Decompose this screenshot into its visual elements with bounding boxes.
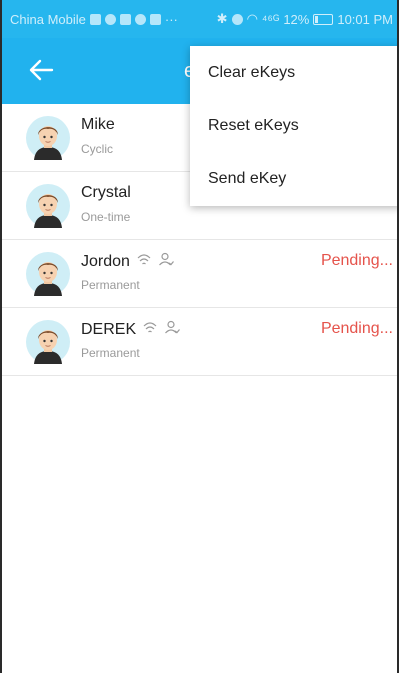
user-name-container: Jordon	[81, 252, 174, 271]
notification-icon	[89, 13, 101, 25]
user-name-container: Crystal	[81, 184, 131, 202]
menu-item-clear-ekeys[interactable]: Clear eKeys	[190, 46, 399, 99]
ekey-type: One-time	[81, 210, 131, 224]
menu-item-send-ekey[interactable]: Send eKey	[190, 152, 399, 205]
user-name: DEREK	[81, 320, 137, 338]
user-name-container: Mike	[81, 116, 115, 134]
arrow-left-icon[interactable]	[24, 52, 60, 88]
user-row[interactable]: Jordon Permanent Pending...	[0, 240, 399, 308]
user-name-container: DEREK	[81, 320, 181, 339]
user-name: Jordon	[81, 252, 130, 270]
avatar	[26, 116, 70, 160]
battery-percent: 12%	[283, 11, 310, 27]
more-notifications-icon: ···	[164, 11, 178, 27]
avatar	[26, 320, 70, 364]
user-name: Crystal	[81, 184, 131, 201]
user-name: Mike	[81, 116, 115, 133]
carrier-label: China Mobile	[10, 11, 86, 27]
ekey-type: Permanent	[81, 278, 140, 292]
person-check-icon	[164, 320, 181, 339]
notification-icon	[104, 13, 116, 25]
status-bar: China Mobile ··· ✱ ◠ ⁴⁶ᴳ 12% 10:01 PM	[0, 0, 399, 38]
notification-icon	[119, 13, 131, 25]
wifi-icon: ◠	[246, 11, 258, 26]
ekey-type: Permanent	[81, 346, 140, 360]
wireless-icon	[142, 320, 158, 339]
notification-icon	[134, 13, 146, 25]
signal-icon: ⁴⁶ᴳ	[261, 11, 280, 27]
person-check-icon	[158, 252, 174, 271]
avatar	[26, 252, 70, 296]
wireless-icon	[136, 252, 152, 271]
avatar	[26, 184, 70, 228]
notification-icon	[149, 13, 161, 25]
status-pending: Pending...	[320, 320, 393, 337]
ekey-type: Cyclic	[81, 142, 113, 156]
clock: 10:01 PM	[337, 11, 393, 27]
user-row[interactable]: DEREK Permanent Pending...	[0, 308, 399, 376]
vibrate-icon	[231, 13, 243, 25]
status-pending: Pending...	[320, 252, 393, 269]
overflow-menu: Clear eKeys Reset eKeys Send eKey	[190, 46, 399, 206]
battery-icon	[313, 13, 334, 25]
bluetooth-icon: ✱	[216, 11, 228, 26]
menu-item-reset-ekeys[interactable]: Reset eKeys	[190, 99, 399, 152]
